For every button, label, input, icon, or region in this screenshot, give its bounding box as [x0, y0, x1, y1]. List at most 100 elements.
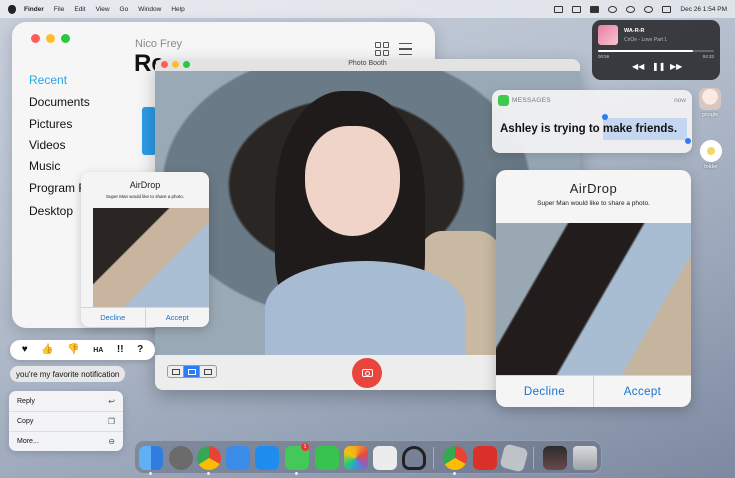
airdrop-subtitle: Super Man would like to share a photo. [105, 194, 185, 199]
photo-booth-titlebar[interactable]: Photo Booth [155, 59, 580, 71]
sidebar-item-music[interactable]: Music [29, 159, 60, 173]
photo-subject-top [265, 261, 465, 356]
menu-go[interactable]: Go [120, 6, 129, 13]
list-view-icon[interactable] [399, 43, 412, 55]
haha-reaction-icon[interactable]: HA [93, 347, 103, 354]
chrome-icon[interactable] [443, 446, 467, 470]
selection-handle-start[interactable] [602, 114, 608, 120]
sidebar-item-desktop[interactable]: Desktop [29, 204, 73, 218]
single-photo-layout-button[interactable] [184, 366, 200, 377]
thumbs-down-reaction-icon[interactable]: 👎 [67, 345, 79, 355]
context-item-label: Reply [17, 397, 35, 405]
airdrop-photo-preview [93, 208, 209, 307]
now-playing-widget: WA-R-R CriOe - Love Part 1 00:56 04:33 ◀… [592, 20, 720, 80]
sidebar-item-programs[interactable]: Program F [29, 181, 86, 195]
airdrop-alert-large: AirDrop Super Man would like to share a … [496, 170, 691, 407]
thumbs-up-reaction-icon[interactable]: 👍 [41, 345, 53, 355]
display-icon[interactable] [572, 5, 582, 13]
menu-file[interactable]: File [54, 6, 64, 13]
context-item-more[interactable]: More... ⊖ [9, 431, 123, 451]
photo-thumbnail-icon[interactable] [543, 446, 567, 470]
running-indicator [149, 472, 152, 475]
menu-clock[interactable]: Dec 26 1:54 PM [680, 6, 727, 13]
track-title: WA-R-R [624, 28, 645, 34]
four-up-layout-button[interactable] [168, 366, 184, 377]
running-indicator [453, 472, 456, 475]
folder-icon[interactable] [142, 107, 156, 155]
character-icon [699, 88, 721, 110]
message-bubble[interactable]: you're my favorite notification [10, 366, 126, 382]
film-icon [204, 368, 212, 375]
dock-separator [533, 447, 534, 469]
menu-bar: Finder File Edit View Go Window Help Dec… [0, 0, 735, 18]
menu-app-name[interactable]: Finder [24, 6, 44, 13]
airdrop-alert-small: AirDrop Super Man would like to share a … [81, 172, 209, 327]
selection-handle-end[interactable] [685, 138, 691, 144]
airdrop-photo-preview [496, 223, 691, 375]
sidebar-item-videos[interactable]: Videos [29, 138, 65, 152]
launchpad-icon[interactable] [169, 446, 193, 470]
accept-button[interactable]: Accept [146, 308, 210, 327]
apple-menu-icon[interactable] [8, 4, 16, 14]
message-context-menu: Reply ↩ Copy ❐ More... ⊖ [9, 391, 123, 451]
wifi-icon[interactable] [626, 5, 636, 13]
grid-view-icon[interactable] [375, 42, 389, 56]
accept-button[interactable]: Accept [594, 376, 691, 407]
chrome-icon[interactable] [197, 446, 221, 470]
dock-separator [433, 447, 434, 469]
question-reaction-icon[interactable]: ? [137, 345, 143, 355]
desktop-item-google[interactable]: google [699, 88, 721, 118]
decline-button[interactable]: Decline [81, 308, 146, 327]
menu-window[interactable]: Window [138, 6, 161, 13]
headphones-icon[interactable] [402, 446, 426, 470]
context-item-label: Copy [17, 418, 34, 425]
context-item-copy[interactable]: Copy ❐ [9, 411, 123, 431]
photos-icon[interactable] [344, 446, 368, 470]
previous-track-icon[interactable]: ◀◀ [632, 62, 644, 71]
album-art[interactable] [598, 25, 618, 45]
screen-mirroring-icon[interactable] [590, 5, 600, 13]
video-layout-button[interactable] [200, 366, 216, 377]
mail-icon[interactable] [226, 446, 250, 470]
progress-fill [598, 50, 694, 52]
tapback-reactions: ♥ 👍 👎 HA !! ? [10, 340, 155, 360]
control-center-icon[interactable] [662, 5, 672, 13]
menu-help[interactable]: Help [171, 6, 184, 13]
messages-app-icon [498, 95, 509, 106]
heart-reaction-icon[interactable]: ♥ [22, 345, 28, 355]
roblox-icon[interactable] [499, 443, 529, 473]
reminders-icon[interactable] [373, 446, 397, 470]
sidebar-item-documents[interactable]: Documents [29, 95, 90, 109]
airdrop-subtitle: Super Man would like to share a photo. [537, 200, 650, 207]
battery-icon[interactable] [554, 5, 564, 13]
desktop-item-label: folder [704, 164, 718, 170]
decline-button[interactable]: Decline [496, 376, 594, 407]
running-indicator [295, 472, 298, 475]
messages-badge: 1 [301, 443, 309, 451]
roblox-studio-icon[interactable] [473, 446, 497, 470]
emphasis-reaction-icon[interactable]: !! [117, 345, 124, 355]
desktop-item-folder[interactable]: folder [700, 140, 722, 170]
sidebar-item-pictures[interactable]: Pictures [29, 117, 72, 131]
next-track-icon[interactable]: ▶▶ [670, 62, 682, 71]
take-photo-button[interactable] [352, 358, 382, 388]
menu-view[interactable]: View [96, 6, 110, 13]
messages-notification[interactable]: MESSAGES now Ashley is trying to make fr… [492, 90, 692, 153]
sidebar-item-recent[interactable]: Recent [29, 73, 67, 87]
search-icon[interactable] [644, 5, 654, 13]
remaining-time: 04:33 [702, 54, 714, 59]
app-store-icon[interactable] [255, 446, 279, 470]
menu-edit[interactable]: Edit [74, 6, 85, 13]
track-artist: CriOe - Love Part 1 [624, 37, 668, 43]
pause-icon[interactable]: ❚❚ [652, 62, 665, 71]
trash-icon[interactable] [573, 446, 597, 470]
finder-icon[interactable] [139, 446, 163, 470]
notification-body[interactable]: Ashley is trying to make friends. [500, 123, 677, 135]
focus-icon[interactable] [608, 5, 618, 13]
context-item-reply[interactable]: Reply ↩ [9, 391, 123, 411]
playback-progress-bar[interactable] [598, 50, 714, 52]
grid-icon [171, 368, 180, 375]
facetime-icon[interactable] [315, 446, 339, 470]
context-item-label: More... [17, 438, 39, 445]
notification-app-name: MESSAGES [512, 97, 551, 104]
